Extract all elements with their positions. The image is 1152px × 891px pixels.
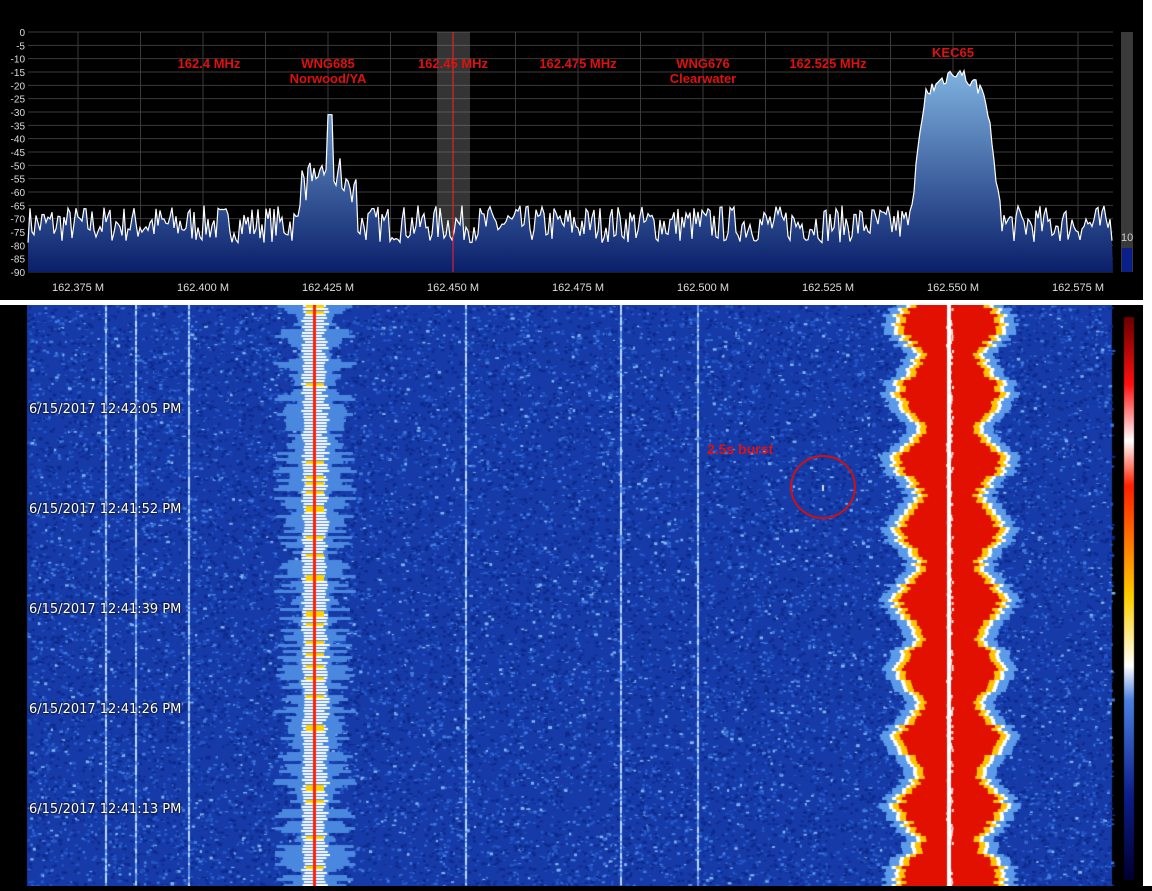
gain-readout: 10 bbox=[1121, 232, 1134, 244]
waterfall-timestamp: 6/15/2017 12:41:52 PM bbox=[29, 502, 182, 517]
y-tick-label: -65 bbox=[11, 201, 26, 212]
frequency-annotation: WNG685 bbox=[301, 56, 354, 71]
y-tick-label: -75 bbox=[11, 228, 26, 239]
burst-annotation: 2.5s burst bbox=[707, 441, 774, 457]
x-tick-label: 162.450 M bbox=[427, 282, 479, 294]
burst-circle-marker bbox=[790, 455, 856, 519]
waterfall-timestamp: 6/15/2017 12:41:13 PM bbox=[29, 802, 182, 817]
y-tick-label: 0 bbox=[19, 28, 25, 39]
x-tick-label: 162.375 M bbox=[52, 282, 104, 294]
y-tick-label: -15 bbox=[11, 68, 26, 79]
y-tick-label: -60 bbox=[11, 188, 26, 199]
y-tick-label: -40 bbox=[11, 135, 26, 146]
x-tick-label: 162.400 M bbox=[177, 282, 229, 294]
waterfall-display[interactable]: 6/15/2017 12:42:05 PM 6/15/2017 12:41:52… bbox=[0, 305, 1143, 886]
y-tick-label: -80 bbox=[11, 241, 26, 252]
waterfall-timestamp: 6/15/2017 12:41:39 PM bbox=[29, 602, 182, 617]
x-tick-label: 162.575 M bbox=[1052, 282, 1104, 294]
y-tick-label: -50 bbox=[11, 161, 26, 172]
spectrum-plot[interactable]: 0 -5 -10 -15 -20 -25 -30 -35 -40 -45 -50 -55 -60 -65 -… bbox=[0, 0, 1143, 300]
y-tick-label: -10 bbox=[11, 55, 26, 66]
x-tick-label: 162.525 M bbox=[802, 282, 854, 294]
y-tick-label: -5 bbox=[16, 41, 25, 52]
frequency-annotation: KEC65 bbox=[932, 45, 974, 60]
y-tick-label: -35 bbox=[11, 121, 26, 132]
y-tick-label: -20 bbox=[11, 81, 26, 92]
y-tick-label: -70 bbox=[11, 215, 26, 226]
y-tick-label: -90 bbox=[11, 268, 26, 279]
frequency-annotation: 162.525 MHz bbox=[789, 56, 867, 71]
x-tick-label: 162.500 M bbox=[677, 282, 729, 294]
waterfall-timestamp: 6/15/2017 12:42:05 PM bbox=[29, 402, 182, 417]
y-tick-label: -45 bbox=[11, 148, 26, 159]
frequency-annotation: WNG676 bbox=[676, 56, 729, 71]
frequency-annotation: 162.4 MHz bbox=[178, 56, 241, 71]
x-tick-label: 162.425 M bbox=[302, 282, 354, 294]
window-edge bbox=[1143, 0, 1152, 886]
frequency-annotation: Clearwater bbox=[670, 71, 736, 86]
waterfall-canvas bbox=[0, 305, 1143, 886]
y-tick-label: -25 bbox=[11, 95, 26, 106]
y-tick-label: -85 bbox=[11, 255, 26, 266]
spectrum-analyzer[interactable]: 0 -5 -10 -15 -20 -25 -30 -35 -40 -45 -50 -55 -60 -65 -… bbox=[0, 0, 1143, 300]
x-tick-label: 162.475 M bbox=[552, 282, 604, 294]
waterfall-timestamp: 6/15/2017 12:41:26 PM bbox=[29, 702, 182, 717]
frequency-annotation: Norwood/YA bbox=[290, 71, 367, 86]
frequency-annotation: 162.45 MHz bbox=[418, 56, 489, 71]
y-tick-label: -55 bbox=[11, 175, 26, 186]
x-tick-label: 162.550 M bbox=[927, 282, 979, 294]
frequency-annotation: 162.475 MHz bbox=[539, 56, 617, 71]
level-bar-fill bbox=[1122, 248, 1132, 272]
y-tick-label: -30 bbox=[11, 108, 26, 119]
